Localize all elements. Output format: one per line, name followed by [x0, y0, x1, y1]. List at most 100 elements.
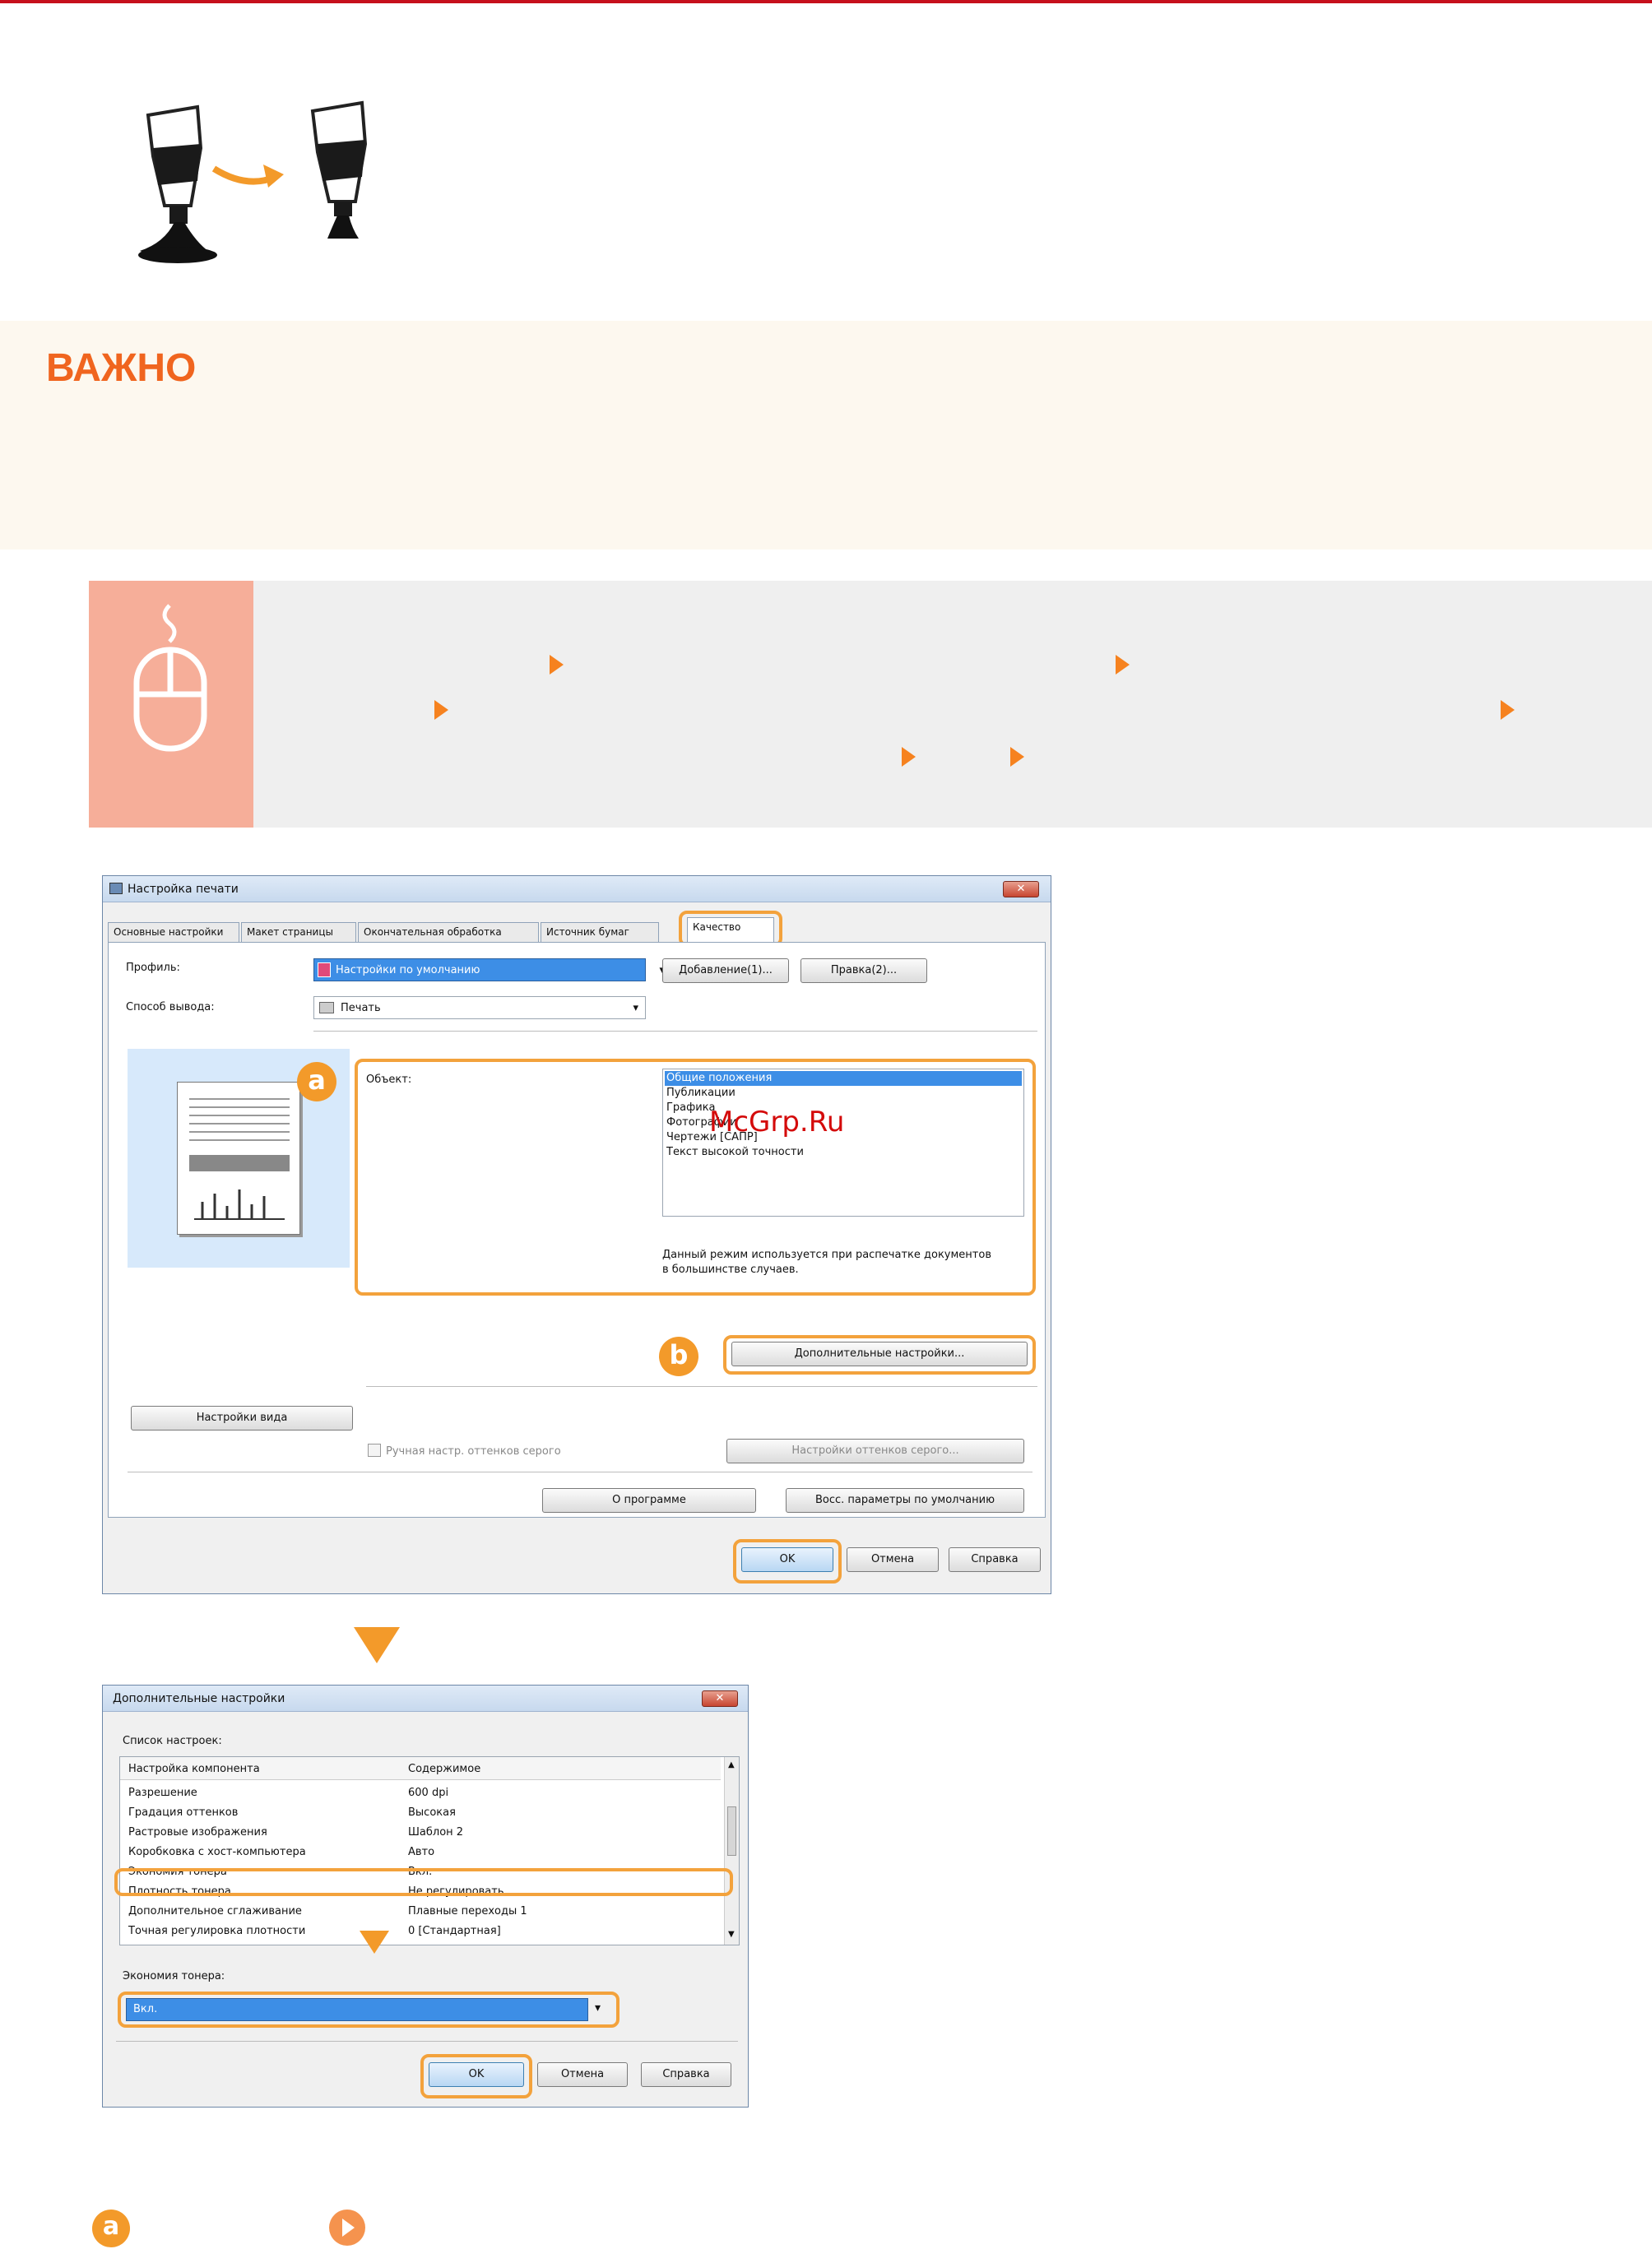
- dialog-titlebar: Дополнительные настройки ✕: [103, 1686, 748, 1712]
- advanced-settings-dialog: Дополнительные настройки ✕ Список настро…: [102, 1685, 749, 2108]
- toner-tube-heavy-icon: [138, 104, 217, 263]
- row-key: Точная регулировка плотности: [128, 1925, 306, 1937]
- output-method-select[interactable]: Печать ▾: [313, 996, 646, 1019]
- object-item-hq-text[interactable]: Текст высокой точности: [666, 1146, 804, 1158]
- object-item-general[interactable]: Общие положения: [666, 1072, 772, 1084]
- ok-button[interactable]: OK: [741, 1547, 833, 1572]
- row-key: Дополнительное сглаживание: [128, 1905, 302, 1917]
- toner-saving-illustration: [138, 100, 368, 263]
- gray-checkbox[interactable]: [368, 1444, 381, 1457]
- toner-saving-value: Вкл.: [133, 2003, 158, 2015]
- ok-button[interactable]: OK: [429, 2062, 524, 2087]
- col-content: Содержимое: [408, 1763, 481, 1775]
- step-arrow-icon: [434, 700, 448, 720]
- output-method-label: Способ вывода:: [126, 1001, 215, 1013]
- preview-page-image: [177, 1082, 300, 1235]
- step-arrow-icon: [1010, 747, 1024, 767]
- dialog-title: Дополнительные настройки: [113, 1692, 285, 1705]
- toner-tube-light-icon: [310, 100, 368, 239]
- step-arrow-icon: [550, 655, 564, 675]
- table-row[interactable]: Точная регулировка плотности 0 [Стандартн…: [120, 1922, 721, 1941]
- about-button[interactable]: О программе: [542, 1488, 756, 1513]
- important-box: [0, 321, 1652, 549]
- row-value: 0 [Стандартная]: [408, 1925, 501, 1937]
- row-key: Градация оттенков: [128, 1806, 239, 1819]
- dialog-title: Настройка печати: [128, 883, 239, 896]
- cancel-button[interactable]: Отмена: [847, 1547, 939, 1572]
- tab-finishing[interactable]: Окончательная обработка: [358, 922, 539, 942]
- table-row[interactable]: Разрешение 600 dpi: [120, 1783, 721, 1803]
- procedure-bar: [89, 581, 1652, 828]
- link-arrow-icon[interactable]: [329, 2210, 365, 2246]
- table-row[interactable]: Коробковка с хост-компьютера Авто: [120, 1843, 721, 1862]
- step-arrow-icon: [1501, 700, 1515, 720]
- row-value: Шаблон 2: [408, 1826, 464, 1839]
- object-description: Данный режим используется при распечатке…: [662, 1249, 991, 1276]
- watermark: McGrp.Ru: [709, 1106, 845, 1138]
- chevron-down-icon[interactable]: ▾: [595, 2001, 601, 2015]
- list-body: Разрешение 600 dpi Градация оттенков Высок…: [120, 1782, 721, 1946]
- restore-defaults-button[interactable]: Восс. параметры по умолчанию: [786, 1488, 1024, 1513]
- mouse-icon-box: [89, 581, 253, 828]
- row-value: Авто: [408, 1846, 435, 1858]
- object-item-publications[interactable]: Публикации: [666, 1087, 736, 1099]
- output-method-value: Печать: [341, 1002, 381, 1014]
- scroll-up-icon[interactable]: ▲: [728, 1760, 735, 1769]
- row-value: Плавные переходы 1: [408, 1905, 527, 1917]
- advanced-settings-button[interactable]: Дополнительные настройки...: [731, 1342, 1028, 1366]
- row-key: Коробковка с хост-компьютера: [128, 1846, 306, 1858]
- mouse-icon: [133, 604, 207, 752]
- down-arrow-icon: [360, 1931, 389, 1954]
- settings-list[interactable]: Настройка компонента Содержимое ▲ ▼ Разр…: [119, 1756, 740, 1945]
- object-list[interactable]: Общие положения Публикации Графика Фотог…: [662, 1069, 1024, 1217]
- list-header: Настройка компонента Содержимое: [120, 1757, 721, 1780]
- scrollbar-thumb[interactable]: [727, 1806, 736, 1856]
- table-row[interactable]: Дополнительное сглаживание Плавные перехо…: [120, 1902, 721, 1922]
- toner-saving-label: Экономия тонера:: [123, 1970, 225, 1982]
- table-row[interactable]: Растровые изображения Шаблон 2: [120, 1823, 721, 1843]
- dialog-titlebar: Настройка печати ✕: [103, 876, 1051, 902]
- scrollbar[interactable]: ▲ ▼: [724, 1757, 739, 1945]
- tab-paper-source[interactable]: Источник бумаг: [541, 922, 659, 942]
- profile-label: Профиль:: [126, 962, 180, 974]
- settings-list-label: Список настроек:: [123, 1735, 222, 1747]
- edit-profile-button[interactable]: Правка(2)...: [800, 958, 927, 983]
- object-item-graphics[interactable]: Графика: [666, 1101, 716, 1114]
- step-arrow-icon: [902, 747, 916, 767]
- separator: [313, 1031, 1037, 1032]
- cancel-button[interactable]: Отмена: [537, 2062, 628, 2087]
- add-profile-button[interactable]: Добавление(1)...: [662, 958, 789, 983]
- separator: [366, 1386, 1037, 1387]
- table-row[interactable]: Градация оттенков Высокая: [120, 1803, 721, 1823]
- footer-badge-a: a: [92, 2210, 130, 2247]
- down-arrow-icon: [354, 1627, 400, 1663]
- gray-checkbox-label: Ручная настр. оттенков серого: [386, 1445, 561, 1458]
- separator: [116, 2041, 738, 2042]
- help-button[interactable]: Справка: [949, 1547, 1041, 1572]
- view-settings-button[interactable]: Настройки вида: [131, 1406, 353, 1431]
- tab-page-layout[interactable]: Макет страницы: [241, 922, 356, 942]
- gray-settings-button[interactable]: Настройки оттенков серого...: [726, 1439, 1024, 1463]
- toner-saving-row-highlight: [114, 1868, 733, 1896]
- profile-icon: [318, 962, 331, 977]
- chevron-down-icon: ▾: [633, 1002, 638, 1014]
- profile-select[interactable]: Настройки по умолчанию ▾: [313, 958, 665, 981]
- scroll-down-icon[interactable]: ▼: [728, 1930, 735, 1939]
- profile-value: Настройки по умолчанию: [336, 964, 480, 976]
- top-red-rule: [0, 0, 1652, 3]
- print-settings-dialog: Настройка печати ✕ Основные настройки Ма…: [102, 875, 1051, 1594]
- close-button[interactable]: ✕: [1003, 881, 1039, 897]
- row-value: Высокая: [408, 1806, 456, 1819]
- badge-b: b: [659, 1337, 698, 1376]
- printer-icon: [109, 883, 123, 894]
- close-button[interactable]: ✕: [702, 1690, 738, 1707]
- object-label: Объект:: [366, 1073, 412, 1086]
- badge-a: a: [297, 1062, 336, 1101]
- col-component: Настройка компонента: [128, 1763, 260, 1775]
- toner-saving-select[interactable]: Вкл.: [126, 1998, 588, 2021]
- important-title: ВАЖНО: [46, 346, 197, 390]
- tab-basic[interactable]: Основные настройки: [108, 922, 239, 942]
- step-arrow-icon: [1116, 655, 1130, 675]
- help-button[interactable]: Справка: [641, 2062, 731, 2087]
- row-key: Разрешение: [128, 1787, 197, 1799]
